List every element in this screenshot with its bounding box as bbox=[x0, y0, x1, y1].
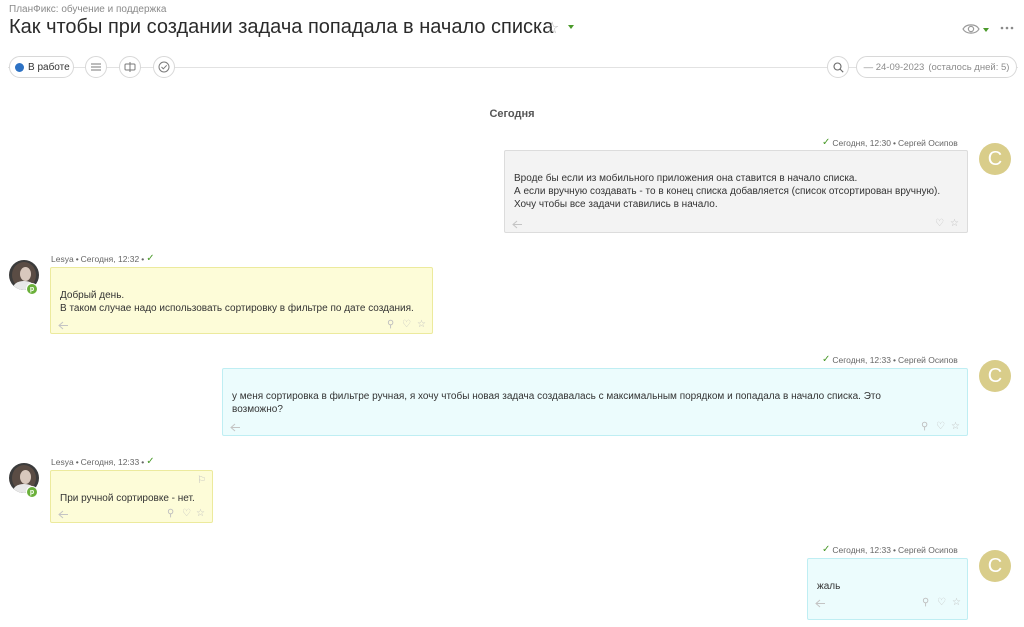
message-author[interactable]: Lesya bbox=[51, 457, 74, 467]
flag-icon[interactable]: ⚐ bbox=[197, 476, 206, 486]
pin-icon[interactable]: ⚲ bbox=[921, 422, 928, 432]
message-text: Вроде бы если из мобильного приложения о… bbox=[514, 173, 941, 210]
message-text: При ручной сортировке - нет. bbox=[60, 493, 195, 504]
avatar[interactable]: C bbox=[979, 360, 1011, 392]
message-time[interactable]: Сегодня, 12:30 bbox=[832, 138, 891, 148]
comment-filter-button[interactable] bbox=[119, 56, 141, 78]
status-button[interactable]: В работе bbox=[9, 56, 74, 78]
title-menu-caret-icon[interactable] bbox=[568, 25, 574, 29]
message-bubble: жаль ⚲ ♡ ☆ bbox=[807, 558, 968, 620]
like-heart-icon[interactable]: ♡ bbox=[935, 219, 944, 229]
favorite-star-icon[interactable]: ☆ bbox=[545, 20, 559, 38]
avatar[interactable]: C bbox=[979, 143, 1011, 175]
message-author[interactable]: Сергей Осипов bbox=[898, 355, 958, 365]
day-separator: Сегодня bbox=[489, 108, 535, 120]
message-author[interactable]: Сергей Осипов bbox=[898, 138, 958, 148]
page-title: Как чтобы при создании задача попадала в… bbox=[9, 16, 554, 38]
favorite-star-icon[interactable]: ☆ bbox=[950, 219, 959, 229]
message-time[interactable]: Сегодня, 12:32 bbox=[81, 254, 140, 264]
message-meta: Lesya • Сегодня, 12:32 • ✓ bbox=[51, 253, 155, 265]
favorite-star-icon[interactable]: ☆ bbox=[417, 320, 426, 330]
read-check-icon: ✓ bbox=[822, 354, 831, 365]
favorite-star-icon[interactable]: ☆ bbox=[951, 422, 960, 432]
check-circle-icon bbox=[158, 61, 170, 73]
like-heart-icon[interactable]: ♡ bbox=[936, 422, 945, 432]
pin-icon[interactable]: ⚲ bbox=[922, 598, 929, 608]
pin-icon[interactable]: ⚲ bbox=[167, 509, 174, 519]
like-heart-icon[interactable]: ♡ bbox=[937, 598, 946, 608]
read-check-icon: ✓ bbox=[146, 253, 155, 264]
message-text: жаль bbox=[817, 581, 841, 592]
like-heart-icon[interactable]: ♡ bbox=[182, 509, 191, 519]
reply-icon[interactable] bbox=[230, 423, 241, 432]
list-icon bbox=[91, 63, 101, 71]
reply-icon[interactable] bbox=[58, 321, 69, 330]
message-author[interactable]: Сергей Осипов bbox=[898, 545, 958, 555]
like-heart-icon[interactable]: ♡ bbox=[402, 320, 411, 330]
read-check-icon: ✓ bbox=[822, 137, 831, 148]
message-author[interactable]: Lesya bbox=[51, 254, 74, 264]
search-icon bbox=[832, 61, 844, 73]
message-meta: ✓ Сегодня, 12:33 • Сергей Осипов bbox=[822, 354, 958, 366]
status-label: В работе bbox=[28, 61, 70, 73]
list-view-button[interactable] bbox=[85, 56, 107, 78]
eye-icon[interactable] bbox=[962, 22, 980, 36]
breadcrumb[interactable]: ПланФикс: обучение и поддержка bbox=[9, 4, 166, 15]
deadline-button[interactable]: — 24-09-2023 (осталось дней: 5) bbox=[856, 56, 1017, 78]
reply-icon[interactable] bbox=[815, 599, 826, 608]
message-meta: ✓ Сегодня, 12:33 • Сергей Осипов bbox=[822, 544, 958, 556]
read-check-icon: ✓ bbox=[822, 544, 831, 555]
status-dot-icon bbox=[15, 62, 24, 72]
search-button[interactable] bbox=[827, 56, 849, 78]
deadline-remaining: (осталось дней: 5) bbox=[928, 61, 1010, 73]
read-check-icon: ✓ bbox=[146, 456, 155, 467]
message-time[interactable]: Сегодня, 12:33 bbox=[81, 457, 140, 467]
message-text: у меня сортировка в фильтре ручная, я хо… bbox=[232, 391, 881, 415]
message-time[interactable]: Сегодня, 12:33 bbox=[832, 545, 891, 555]
eye-menu-caret-icon[interactable] bbox=[983, 28, 989, 32]
message-time[interactable]: Сегодня, 12:33 bbox=[832, 355, 891, 365]
deadline-date: — 24-09-2023 bbox=[863, 61, 925, 73]
user-badge-icon: p bbox=[26, 486, 38, 498]
more-dots-icon[interactable] bbox=[999, 20, 1015, 36]
comment-filter-icon bbox=[124, 62, 136, 72]
checklist-button[interactable] bbox=[153, 56, 175, 78]
message-bubble: Вроде бы если из мобильного приложения о… bbox=[504, 150, 968, 233]
message-bubble: у меня сортировка в фильтре ручная, я хо… bbox=[222, 368, 968, 436]
favorite-star-icon[interactable]: ☆ bbox=[196, 509, 205, 519]
reply-icon[interactable] bbox=[58, 510, 69, 519]
reply-icon[interactable] bbox=[512, 220, 523, 229]
message-bubble: Добрый день. В таком случае надо использ… bbox=[50, 267, 433, 334]
pin-icon[interactable]: ⚲ bbox=[387, 320, 394, 330]
favorite-star-icon[interactable]: ☆ bbox=[952, 598, 961, 608]
user-badge-icon: p bbox=[26, 283, 38, 295]
avatar[interactable]: C bbox=[979, 550, 1011, 582]
message-bubble: ⚐ При ручной сортировке - нет. ⚲ ♡ ☆ bbox=[50, 470, 213, 523]
message-text: Добрый день. В таком случае надо использ… bbox=[60, 290, 414, 314]
message-meta: ✓ Сегодня, 12:30 • Сергей Осипов bbox=[822, 137, 958, 149]
message-meta: Lesya • Сегодня, 12:33 • ✓ bbox=[51, 456, 155, 468]
